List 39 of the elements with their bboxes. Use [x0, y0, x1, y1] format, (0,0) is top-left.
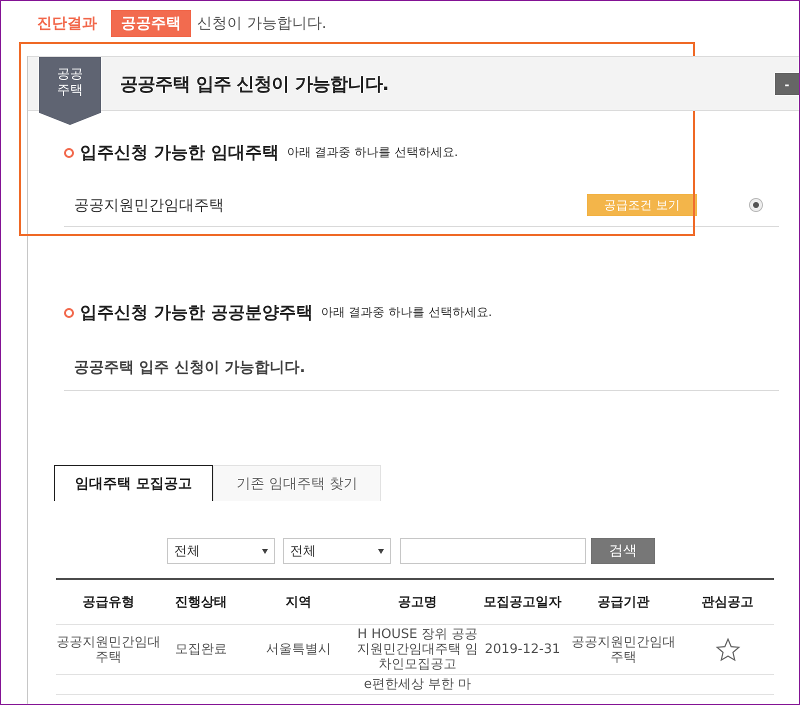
option-label: 공공지원민간임대주택: [74, 196, 224, 214]
section-hint: 아래 결과중 하나를 선택하세요.: [286, 144, 458, 161]
star-icon[interactable]: [714, 636, 740, 662]
ring-bullet-icon: [64, 308, 74, 318]
dropdown[interactable]: 전체: [283, 538, 391, 564]
column-header: 공급유형: [82, 594, 136, 610]
collapse-button[interactable]: -: [775, 72, 799, 94]
column-header: 모집공고일자: [482, 594, 562, 610]
panel-title: 공공주택 입주 신청이 가능합니다.: [120, 72, 389, 96]
caret-icon: [378, 548, 384, 554]
tab[interactable]: 기존 임대주택 찾기: [213, 465, 381, 501]
ribbon-text: 공공: [57, 67, 83, 84]
result-label: 진단결과: [37, 14, 97, 32]
column-header: 관심공고: [700, 594, 754, 610]
tab[interactable]: 임대주택 모집공고: [54, 465, 213, 501]
table-cell: 2019-12-31: [484, 642, 560, 657]
table-cell[interactable]: e편한세상 부한 마: [364, 677, 472, 692]
caret-icon: [262, 548, 268, 554]
section-heading: 입주신청 가능한 공공분양주택: [80, 302, 313, 324]
column-header: 공고명: [397, 594, 438, 610]
column-header: 지역: [284, 594, 312, 610]
section-hint: 아래 결과중 하나를 선택하세요.: [320, 304, 492, 321]
column-header: 진행상태: [174, 594, 228, 610]
table-cell: 공공지원민간임대주택: [56, 634, 161, 664]
result-text: 신청이 가능합니다.: [197, 14, 327, 32]
search-button[interactable]: 검색: [591, 538, 655, 564]
table-cell: 서울특별시: [266, 642, 331, 657]
table-cell[interactable]: H HOUSE 장위 공공지원민간임대주택 임차인모집공고: [356, 627, 479, 672]
ring-bullet-icon: [64, 148, 74, 158]
radio-button[interactable]: [749, 198, 763, 212]
dropdown[interactable]: 전체: [167, 538, 275, 564]
housing-type-badge: 공공주택: [111, 10, 191, 36]
column-header: 공급기관: [596, 594, 650, 610]
result-message: 공공주택 입주 신청이 가능합니다.: [74, 358, 306, 376]
search-field[interactable]: [400, 538, 586, 564]
ribbon-text: 주택: [57, 83, 83, 100]
table-cell: 모집완료: [175, 642, 227, 657]
table-cell-text: 공공지원민간임대주택: [570, 634, 676, 664]
section-heading: 입주신청 가능한 임대주택: [80, 142, 279, 164]
